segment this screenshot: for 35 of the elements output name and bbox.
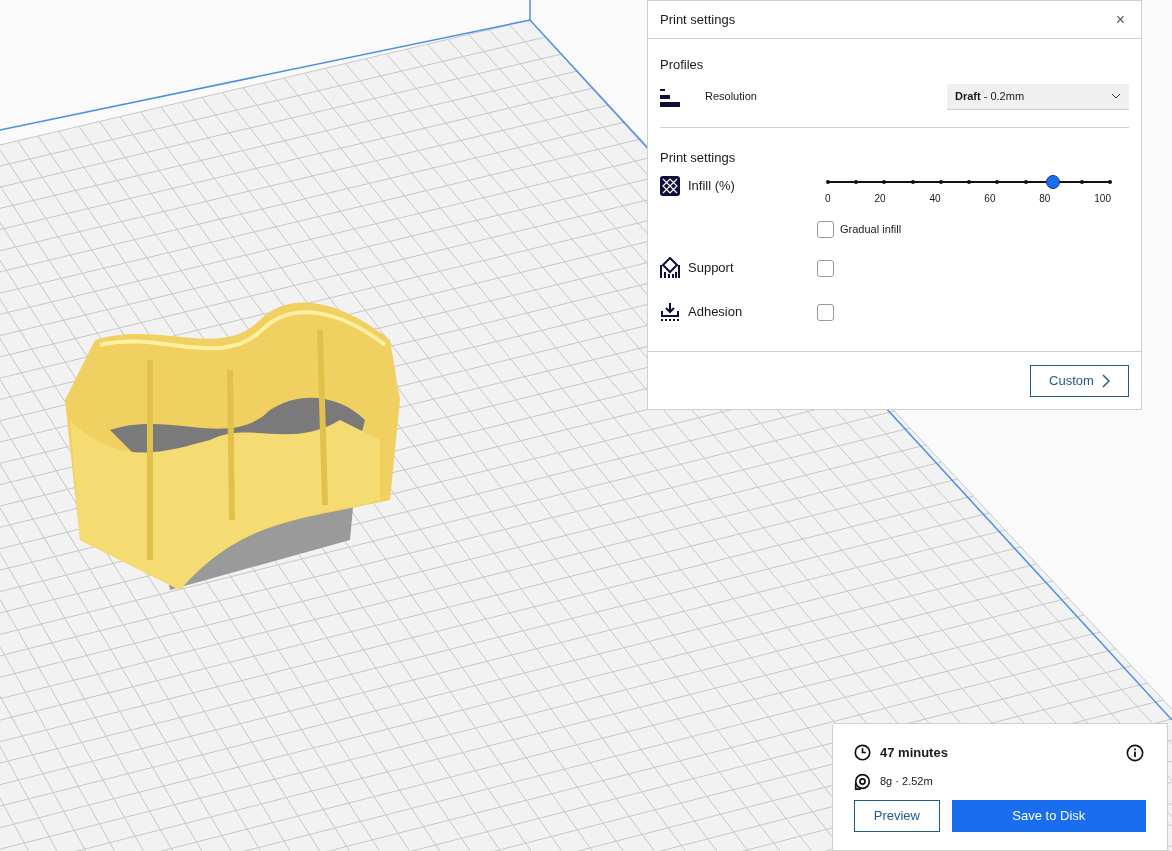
layers-icon xyxy=(660,86,680,107)
clock-icon xyxy=(854,744,871,762)
info-icon[interactable] xyxy=(1126,743,1144,762)
close-button[interactable]: × xyxy=(1111,7,1129,32)
tick-label: 60 xyxy=(984,192,996,206)
support-icon xyxy=(660,257,680,279)
chevron-right-icon xyxy=(1101,373,1110,388)
infill-label: Infill (%) xyxy=(688,177,735,196)
material-usage: 8g · 2.52m xyxy=(880,773,933,789)
tick-label: 0 xyxy=(825,192,831,206)
custom-button[interactable]: Custom xyxy=(1030,364,1129,397)
print-time: 47 minutes xyxy=(880,744,948,762)
tick-label: 100 xyxy=(1094,192,1111,206)
gradual-infill-label: Gradual infill xyxy=(840,222,902,238)
resolution-label: Resolution xyxy=(705,89,757,105)
tick-label: 20 xyxy=(874,192,886,206)
infill-icon xyxy=(660,176,680,196)
preview-button[interactable]: Preview xyxy=(854,799,940,832)
tick-label: 80 xyxy=(1039,192,1051,206)
checkbox[interactable] xyxy=(817,221,834,238)
save-to-disk-button[interactable]: Save to Disk xyxy=(951,799,1146,832)
adhesion-label: Adhesion xyxy=(688,303,743,322)
infill-slider[interactable] xyxy=(826,175,1114,189)
chevron-down-icon xyxy=(1111,93,1121,99)
section-heading: Profiles xyxy=(660,56,705,74)
support-label: Support xyxy=(688,259,734,278)
spool-icon xyxy=(854,772,871,790)
resolution-dropdown[interactable]: Draft - 0.2mm xyxy=(947,83,1129,110)
adhesion-icon xyxy=(660,302,680,322)
checkbox[interactable] xyxy=(817,303,834,321)
tick-label: 40 xyxy=(929,192,941,206)
checkbox[interactable] xyxy=(817,259,834,277)
slider-thumb[interactable] xyxy=(1045,175,1060,189)
panel-title: Print settings xyxy=(660,10,736,29)
section-heading: Print settings xyxy=(660,148,737,167)
